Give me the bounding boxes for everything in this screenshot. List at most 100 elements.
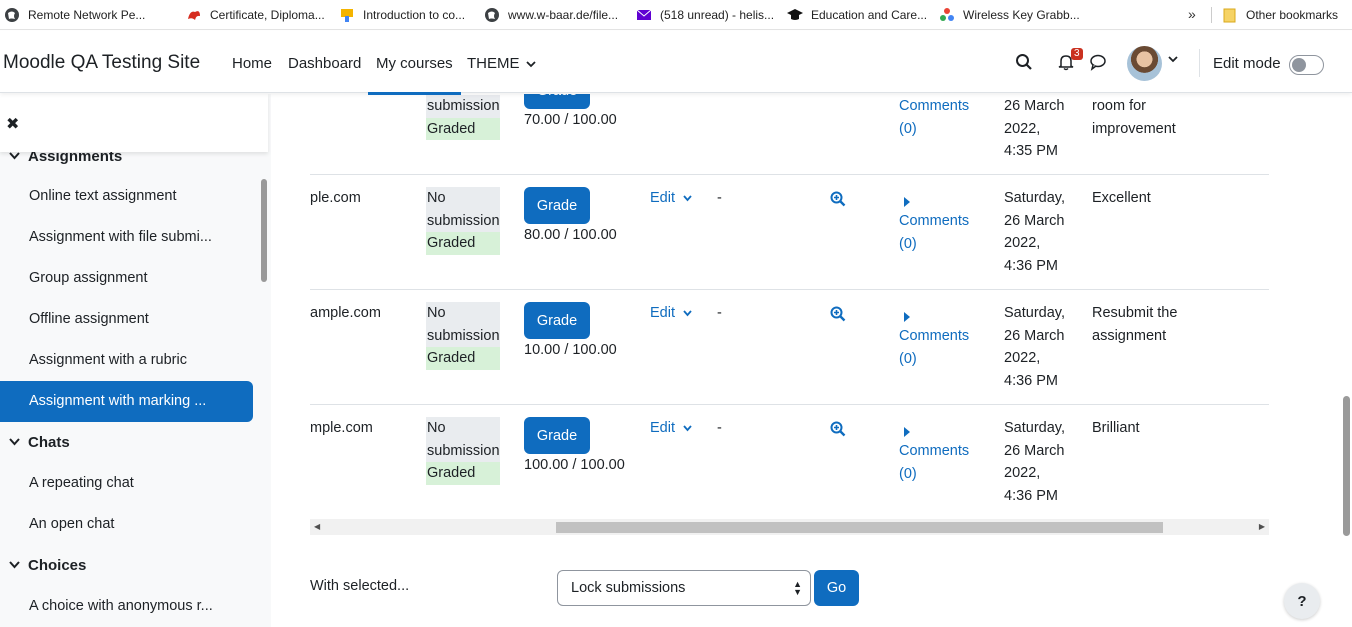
page-scrollbar[interactable] [1342, 94, 1352, 627]
course-item-group-assignment[interactable]: Group assignment [29, 270, 147, 286]
date-line: Saturday, [1004, 190, 1065, 206]
zoom-in-icon[interactable] [830, 306, 846, 327]
course-item-offline-assignment[interactable]: Offline assignment [29, 311, 149, 327]
search-icon[interactable] [1013, 51, 1035, 73]
feedback-comment: room for improvement [1092, 95, 1176, 140]
course-item-rubric[interactable]: Assignment with a rubric [29, 352, 187, 368]
chevron-down-icon [683, 194, 692, 201]
scroll-right-arrow-icon[interactable]: ▶ [1259, 522, 1265, 531]
grade-button[interactable]: Grade [524, 187, 590, 224]
edit-label: Edit [650, 305, 675, 321]
status-cell: No submission Graded [426, 187, 500, 255]
comments-link[interactable]: Comments (0) [899, 95, 969, 140]
bookmark-wireless[interactable]: Wireless Key Grabb... [939, 0, 1080, 30]
row-divider [310, 174, 1269, 175]
edit-label: Edit [650, 420, 675, 436]
paint-icon [339, 7, 355, 23]
drawer-header: ✖ [0, 94, 268, 152]
bookmark-label: Other bookmarks [1246, 8, 1339, 22]
chevron-down-icon [526, 61, 536, 68]
edit-menu[interactable]: Edit [650, 190, 692, 206]
status-cell: No submission Graded [426, 417, 500, 485]
date-line: 2022, [1004, 235, 1041, 251]
bookmark-introduction[interactable]: Introduction to co... [339, 0, 465, 30]
section-chats[interactable]: Chats [0, 430, 70, 454]
site-name[interactable]: Moodle QA Testing Site [3, 52, 200, 74]
nav-dashboard[interactable]: Dashboard [288, 55, 361, 72]
nav-home[interactable]: Home [232, 55, 272, 72]
course-item-marking-active[interactable]: Assignment with marking ... [0, 381, 253, 422]
last-modified-date: Saturday, 26 March 2022, 4:36 PM [1004, 417, 1065, 507]
grade-button[interactable]: Grade [524, 417, 590, 454]
final-grade-dash: - [717, 190, 722, 206]
bookmarks-bar: Remote Network Pe... Certificate, Diplom… [0, 0, 1352, 30]
bookmark-w-baar[interactable]: www.w-baar.de/file... [484, 0, 618, 30]
course-item-file-submission[interactable]: Assignment with file submi... [29, 229, 212, 245]
course-item-open-chat[interactable]: An open chat [29, 516, 114, 532]
bookmark-label: Introduction to co... [363, 8, 466, 22]
comments-link[interactable]: Comments (0) [899, 210, 969, 255]
comments-count: (0) [899, 350, 917, 367]
status-cell: No submission Graded [426, 302, 500, 370]
edit-menu[interactable]: Edit [650, 305, 692, 321]
nav-my-courses[interactable]: My courses [368, 55, 461, 95]
feedback-comment: Excellent [1092, 187, 1151, 210]
nav-theme[interactable]: THEME [467, 55, 536, 72]
date-line: 2022, [1004, 350, 1041, 366]
course-item-anonymous-choice[interactable]: A choice with anonymous r... [29, 598, 213, 614]
status-no-submission: No submission [426, 417, 500, 462]
user-avatar[interactable] [1127, 46, 1162, 81]
navbar-divider [1199, 49, 1200, 77]
feedback-comment: Brilliant [1092, 417, 1140, 440]
status-no-submission: No submission [426, 302, 500, 347]
bulk-action-select[interactable]: Lock submissions ▲ ▼ [557, 570, 811, 606]
bulk-action-value: Lock submissions [571, 580, 686, 596]
notification-count-badge: 3 [1071, 48, 1083, 60]
feedback-line: room for [1092, 98, 1146, 114]
status-graded: Graded [426, 462, 500, 485]
section-choices[interactable]: Choices [0, 553, 86, 577]
section-label: Chats [28, 433, 70, 451]
table-horizontal-scrollbar[interactable]: ◀ ▶ [310, 519, 1269, 535]
date-line: Saturday, [1004, 420, 1065, 436]
mail-icon [636, 7, 652, 23]
feedback-line: Resubmit the [1092, 305, 1178, 321]
grade-button[interactable]: Grade [524, 302, 590, 339]
course-item-online-text[interactable]: Online text assignment [29, 188, 177, 204]
status-no-submission: submission [426, 95, 500, 118]
status-graded: Graded [426, 347, 500, 370]
zoom-in-icon[interactable] [830, 421, 846, 442]
go-button[interactable]: Go [814, 570, 859, 606]
bookmark-label: (518 unread) - helis... [660, 8, 775, 22]
email-cell: ple.com [310, 190, 361, 206]
comments-link[interactable]: Comments (0) [899, 440, 969, 485]
grade-value: 80.00 / 100.00 [524, 227, 617, 243]
comments-link[interactable]: Comments (0) [899, 325, 969, 370]
status-graded: Graded [426, 232, 500, 255]
help-button[interactable]: ? [1284, 583, 1320, 619]
bookmark-remote-network[interactable]: Remote Network Pe... [4, 0, 145, 30]
close-icon[interactable]: ✖ [6, 114, 19, 134]
grade-button[interactable]: Grade [524, 94, 590, 109]
bookmark-mail[interactable]: (518 unread) - helis... [636, 0, 774, 30]
edit-mode-toggle[interactable] [1289, 55, 1324, 75]
chevron-down-icon [683, 424, 692, 431]
edit-menu[interactable]: Edit [650, 420, 692, 436]
other-bookmarks[interactable]: Other bookmarks [1222, 0, 1338, 30]
comments-label: Comments [899, 328, 970, 344]
drawer-scrollbar[interactable] [261, 179, 267, 282]
bookmarks-more-button[interactable]: » [1188, 6, 1196, 22]
page-scrollbar-thumb[interactable] [1343, 396, 1350, 536]
bookmark-certificate[interactable]: Certificate, Diploma... [186, 0, 325, 30]
course-item-repeating-chat[interactable]: A repeating chat [29, 475, 134, 491]
top-navbar: Moodle QA Testing Site Home Dashboard My… [0, 31, 1352, 95]
bookmark-education[interactable]: Education and Care... [787, 0, 927, 30]
bookmark-label: www.w-baar.de/file... [508, 8, 619, 22]
date-line: 4:36 PM [1004, 372, 1058, 389]
scrollbar-thumb[interactable] [556, 522, 1163, 533]
final-grade-dash: - [717, 420, 722, 436]
zoom-in-icon[interactable] [830, 191, 846, 212]
scroll-left-arrow-icon[interactable]: ◀ [314, 522, 320, 531]
chevron-down-icon[interactable] [1168, 55, 1178, 63]
message-icon[interactable] [1087, 51, 1109, 73]
